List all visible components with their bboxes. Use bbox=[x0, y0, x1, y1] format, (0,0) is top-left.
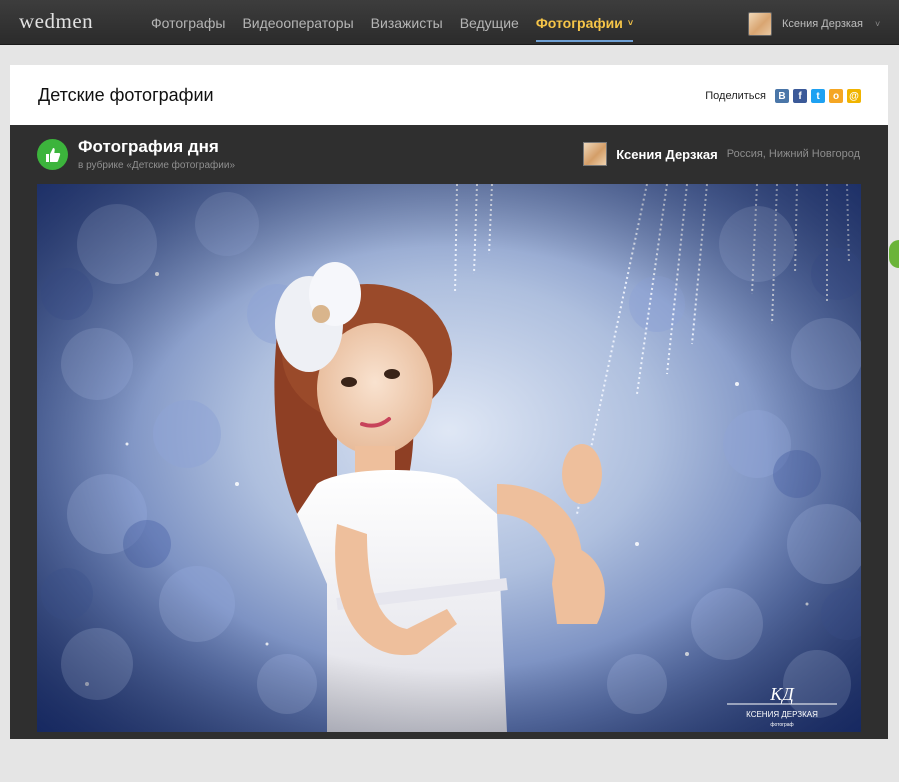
odnoklassniki-icon[interactable]: o bbox=[829, 89, 843, 103]
page-title: Детские фотографии bbox=[38, 85, 214, 105]
author-info: Ксения Дерзкая Россия, Нижний Новгород bbox=[583, 142, 860, 166]
user-name: Ксения Дерзкая bbox=[782, 18, 863, 30]
facebook-icon[interactable]: f bbox=[793, 89, 807, 103]
thumbs-up-icon bbox=[37, 139, 68, 170]
avatar bbox=[748, 12, 772, 36]
nav-item-makeup-artists[interactable]: Визажисты bbox=[371, 0, 443, 44]
main-photo[interactable]: КД КСЕНИЯ ДЕРЗКАЯ фотограф bbox=[37, 184, 861, 732]
vkontakte-icon[interactable]: B bbox=[775, 89, 789, 103]
nav-item-photos-label: Фотографии bbox=[535, 15, 623, 31]
next-photo-arrow[interactable] bbox=[889, 240, 899, 268]
site-logo[interactable]: wedmen bbox=[19, 9, 93, 34]
nav-item-photos[interactable]: Фотографии ˅ bbox=[535, 0, 634, 44]
chevron-down-icon: ˅ bbox=[875, 19, 881, 29]
svg-text:КД: КД bbox=[769, 684, 795, 704]
share-label: Поделиться bbox=[705, 90, 766, 102]
share-bar: Поделиться B f t o @ bbox=[705, 89, 861, 103]
user-menu[interactable]: Ксения Дерзкая ˅ bbox=[748, 12, 880, 36]
photo-panel: Фотография дня в рубрике «Детские фотогр… bbox=[10, 125, 888, 739]
nav-item-hosts[interactable]: Ведущие bbox=[460, 0, 519, 44]
top-navbar: wedmen Фотографы Видеооператоры Визажист… bbox=[0, 0, 899, 45]
mail-icon[interactable]: @ bbox=[847, 89, 861, 103]
nav-item-photographers[interactable]: Фотографы bbox=[151, 0, 225, 44]
watermark-name: КСЕНИЯ ДЕРЗКАЯ bbox=[746, 710, 818, 719]
author-avatar[interactable] bbox=[583, 142, 608, 166]
photo-category[interactable]: в рубрике «Детские фотографии» bbox=[78, 160, 235, 171]
author-name[interactable]: Ксения Дерзкая bbox=[616, 147, 717, 162]
chevron-down-icon: ˅ bbox=[627, 18, 634, 28]
twitter-icon[interactable]: t bbox=[811, 89, 825, 103]
photo-of-day-title: Фотография дня bbox=[78, 137, 219, 156]
page-header: Детские фотографии Поделиться B f t o @ bbox=[10, 65, 888, 125]
watermark-subtitle: фотограф bbox=[770, 722, 793, 728]
author-location: Россия, Нижний Новгород bbox=[726, 148, 860, 160]
nav-item-videographers[interactable]: Видеооператоры bbox=[242, 0, 353, 44]
main-nav: Фотографы Видеооператоры Визажисты Ведущ… bbox=[151, 0, 650, 44]
